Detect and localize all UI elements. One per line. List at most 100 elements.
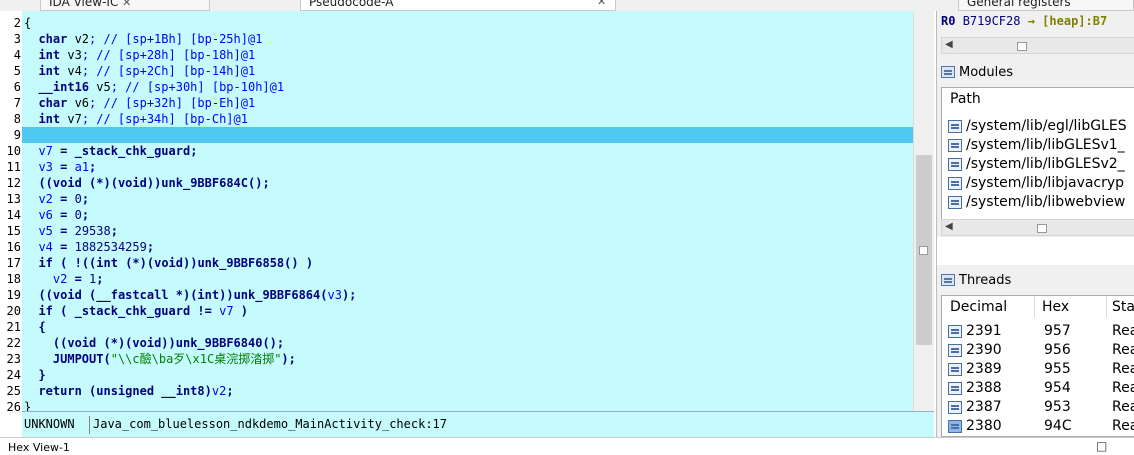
- code-line[interactable]: return (unsigned __int8)v2;: [22, 383, 913, 399]
- thread-state: Rea: [1112, 418, 1134, 434]
- thread-state: Rea: [1112, 323, 1134, 339]
- thread-row[interactable]: 2390 956 Rea: [942, 341, 1134, 360]
- code-line[interactable]: ((void (*)(void))unk_9BBF6840();: [22, 335, 913, 351]
- code-line[interactable]: {: [22, 15, 913, 31]
- hex-view-panel: Hex View-1 □ ▣: [0, 437, 1134, 455]
- code-line[interactable]: int v7; // [sp+34h] [bp-Ch]@1: [22, 111, 913, 127]
- module-row[interactable]: /system/lib/libwebview: [942, 193, 1134, 212]
- threads-header-decimal[interactable]: Decimal: [950, 296, 1007, 318]
- code-token: (*)(: [117, 256, 155, 270]
- code-token: "\\c醶\ba歹\x1C桌浣掷涾掷": [110, 352, 282, 366]
- module-row[interactable]: /system/lib/libGLESv2_: [942, 155, 1134, 174]
- thread-row[interactable]: 2380 94C Rea: [942, 417, 1134, 436]
- thread-row[interactable]: 2388 954 Rea: [942, 379, 1134, 398]
- code-token: void: [52, 176, 82, 190]
- code-line[interactable]: if ( _stack_chk_guard != v7 ): [22, 303, 913, 319]
- code-token: ();: [248, 176, 270, 190]
- thread-hex: 954: [1044, 380, 1071, 396]
- close-icon[interactable]: ✕: [597, 0, 606, 10]
- code-token: ): [233, 304, 248, 318]
- code-line-selected[interactable]: [22, 127, 913, 143]
- modules-panel-title[interactable]: Modules: [939, 63, 1133, 83]
- threads-header-state[interactable]: Sta: [1112, 296, 1134, 318]
- tab-pseudocode[interactable]: Pseudocode-A ✕: [300, 0, 616, 11]
- code-token: ;: [81, 208, 90, 222]
- thread-row[interactable]: 2389 955 Rea: [942, 360, 1134, 379]
- code-token: v3: [24, 160, 53, 174]
- code-line[interactable]: ((void (*)(void))unk_9BBF684C();: [22, 175, 913, 191]
- scroll-left-icon[interactable]: ◀: [945, 39, 953, 50]
- code-token: v4: [67, 64, 82, 78]
- code-token: ; // [sp+32h] [bp-Eh]@1: [89, 96, 256, 110]
- line-number: 10: [6, 144, 21, 158]
- code-token: int: [96, 256, 118, 270]
- modules-hscrollbar[interactable]: ◀: [941, 219, 1134, 236]
- code-token: unk_9BBF6864: [233, 288, 321, 302]
- code-line[interactable]: int v4; // [sp+2Ch] [bp-14h]@1: [22, 63, 913, 79]
- threads-title: Threads: [959, 273, 1012, 288]
- code-line[interactable]: __int16 v5; // [sp+30h] [bp-10h]@1: [22, 79, 913, 95]
- code-line[interactable]: }: [22, 367, 913, 383]
- register-row[interactable]: R0 B719CF28 → [heap]:B7: [941, 13, 1107, 29]
- code-line[interactable]: JUMPOUT("\\c醶\ba歹\x1C桌浣掷涾掷");: [22, 351, 913, 367]
- code-token: __int16: [24, 80, 97, 94]
- hex-view-title[interactable]: Hex View-1: [8, 441, 70, 454]
- tab-ida-view-label: IDA View-IC: [49, 0, 119, 9]
- threads-panel-title[interactable]: Threads: [939, 271, 1133, 291]
- code-token: ();: [262, 336, 285, 350]
- threads-list[interactable]: Decimal Hex Sta 2391957Rea2390956Rea2389…: [941, 295, 1134, 437]
- registers-hscrollbar[interactable]: ◀: [941, 37, 1134, 54]
- column-divider[interactable]: [1034, 296, 1035, 318]
- scroll-position-marker: [919, 246, 928, 255]
- code-line[interactable]: if ( !((int (*)(void))unk_9BBF6858() ): [22, 255, 913, 271]
- tab-general-registers[interactable]: General registers: [958, 0, 1134, 11]
- vertical-scrollbar[interactable]: [913, 11, 934, 411]
- modules-list[interactable]: Path /system/lib/egl/libGLES/system/lib/…: [941, 87, 1134, 227]
- window-controls[interactable]: □ ▣: [1096, 439, 1134, 455]
- thread-hex: 957: [1044, 323, 1071, 339]
- thread-row[interactable]: 2391 957 Rea: [942, 322, 1134, 341]
- code-token: )): [146, 176, 162, 190]
- modules-path-header[interactable]: Path: [950, 88, 981, 110]
- line-number: 4: [13, 48, 21, 62]
- close-icon[interactable]: ✕: [122, 0, 131, 9]
- code-line[interactable]: char v6; // [sp+32h] [bp-Eh]@1: [22, 95, 913, 111]
- code-line[interactable]: v5 = 29538;: [22, 223, 913, 239]
- code-line[interactable]: {: [22, 319, 913, 335]
- pseudocode-view[interactable]: { char v2; // [sp+1Bh] [bp-25h]@1 int v3…: [22, 11, 913, 411]
- code-line[interactable]: v6 = 0;: [22, 207, 913, 223]
- code-line[interactable]: }: [22, 399, 913, 411]
- code-token: v6: [74, 96, 90, 110]
- line-number: 19: [6, 288, 21, 302]
- threads-header-hex[interactable]: Hex: [1042, 296, 1069, 318]
- scroll-left-icon[interactable]: ◀: [945, 221, 953, 232]
- module-row[interactable]: /system/lib/libjavacryp: [942, 174, 1134, 193]
- code-line[interactable]: v2 = 0;: [22, 191, 913, 207]
- thread-state: Rea: [1112, 380, 1134, 396]
- module-row[interactable]: /system/lib/libGLESv1_: [942, 136, 1134, 155]
- tab-ida-view[interactable]: IDA View-IC ✕: [40, 0, 210, 11]
- code-line[interactable]: char v2; // [sp+1Bh] [bp-25h]@1: [22, 31, 913, 47]
- scrollbar-thumb[interactable]: [1037, 224, 1047, 233]
- code-line[interactable]: v7 = _stack_chk_guard;: [22, 143, 913, 159]
- thread-icon: [948, 382, 962, 395]
- thread-state: Rea: [1112, 342, 1134, 358]
- register-value: B719CF28: [962, 14, 1021, 28]
- code-line[interactable]: v3 = a1;: [22, 159, 913, 175]
- tab-general-registers-label: General registers: [967, 0, 1071, 9]
- code-line[interactable]: ((void (__fastcall *)(int))unk_9BBF6864(…: [22, 287, 913, 303]
- column-divider[interactable]: [1106, 296, 1107, 318]
- thread-row[interactable]: 2387 953 Rea: [942, 398, 1134, 417]
- line-number-gutter: 2 3 4 5 6 7 8 9 10 11 12 13 14 15 16 17 18 19 20 21 22 23 24 25…: [0, 11, 22, 414]
- code-token: !((: [74, 256, 97, 270]
- code-token: JUMPOUT: [24, 352, 104, 366]
- code-token: ; // [sp+30h] [bp-10h]@1: [110, 80, 285, 94]
- code-token: unk_9BBF6858: [197, 256, 285, 270]
- code-line[interactable]: v4 = 1882534259;: [22, 239, 913, 255]
- line-number: 9: [13, 128, 21, 142]
- code-line[interactable]: v2 = 1;: [22, 271, 913, 287]
- code-line[interactable]: int v3; // [sp+28h] [bp-18h]@1: [22, 47, 913, 63]
- scrollbar-thumb[interactable]: [1017, 42, 1027, 51]
- code-token: (*)(: [96, 336, 133, 350]
- module-row[interactable]: /system/lib/egl/libGLES: [942, 117, 1134, 136]
